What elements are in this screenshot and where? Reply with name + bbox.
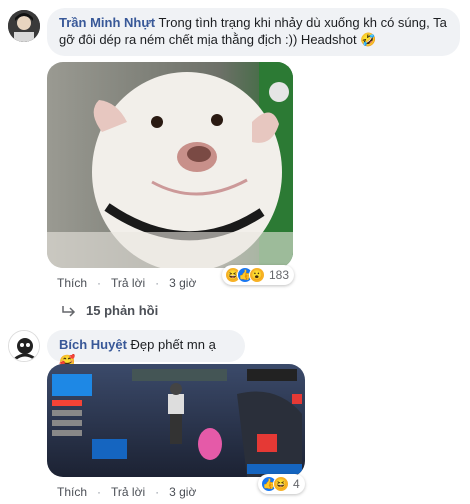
replies-count: 15 phản hồi	[86, 303, 159, 318]
comment-text-line2: gỡ đôi dép ra ném chết mịa thằng địch :)…	[59, 32, 377, 47]
reaction-count: 4	[293, 477, 300, 491]
avatar[interactable]	[8, 10, 40, 42]
timestamp[interactable]: 3 giờ	[169, 485, 196, 499]
reaction-summary[interactable]: 👍 😆 4	[258, 474, 305, 494]
view-replies-button[interactable]: 15 phản hồi	[62, 303, 158, 318]
comment-actions: Thích · Trả lời · 3 giờ	[57, 276, 197, 290]
comment-author[interactable]: Trần Minh Nhựt	[59, 15, 155, 30]
avatar-image	[9, 331, 39, 361]
avatar[interactable]	[8, 330, 40, 362]
wow-reaction-icon: 😮	[249, 267, 265, 283]
comment-image-game[interactable]	[47, 364, 305, 477]
reply-link[interactable]: Trả lời	[111, 485, 145, 499]
haha-reaction-icon: 😆	[273, 476, 289, 492]
like-link[interactable]: Thích	[57, 276, 87, 290]
reaction-summary[interactable]: 😆 👍 😮 183	[222, 265, 295, 285]
comment-bubble: Bích Huyệt Đẹp phết mn ạ 🥰	[47, 330, 245, 369]
rofl-emoji-icon: 🤣	[360, 32, 377, 47]
like-link[interactable]: Thích	[57, 485, 87, 499]
timestamp[interactable]: 3 giờ	[169, 276, 196, 290]
comment-bubble: Trần Minh Nhựt Trong tình trạng khi nhảy…	[47, 8, 460, 56]
dog-photo	[47, 62, 293, 268]
avatar-image	[8, 10, 40, 42]
game-screenshot	[47, 364, 305, 477]
comment-text: Trần Minh Nhựt Trong tình trạng khi nhảy…	[59, 15, 447, 30]
reply-link[interactable]: Trả lời	[111, 276, 145, 290]
reaction-count: 183	[269, 268, 290, 282]
comment-actions: Thích · Trả lời · 3 giờ	[57, 485, 197, 499]
comment-image-dog[interactable]	[47, 62, 293, 268]
reply-arrow-icon	[62, 305, 76, 317]
comment-author[interactable]: Bích Huyệt	[59, 337, 127, 352]
